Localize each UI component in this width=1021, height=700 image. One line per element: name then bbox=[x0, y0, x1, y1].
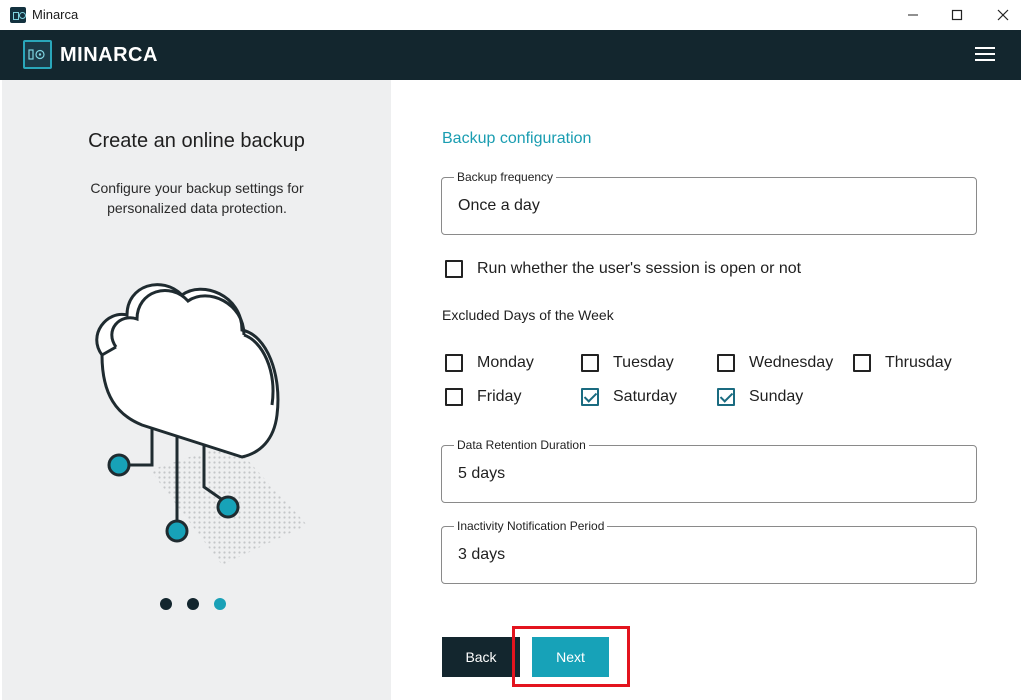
retention-duration-value: 5 days bbox=[458, 465, 506, 482]
app-icon bbox=[10, 7, 26, 23]
wednesday-checkbox[interactable] bbox=[717, 354, 735, 372]
retention-duration-label: Data Retention Duration bbox=[454, 438, 589, 452]
day-friday[interactable]: Friday bbox=[445, 388, 521, 406]
window-title: Minarca bbox=[32, 7, 79, 22]
run-session-checkbox-row[interactable]: Run whether the user's session is open o… bbox=[445, 260, 801, 278]
monday-checkbox[interactable] bbox=[445, 354, 463, 372]
retention-duration-field[interactable]: Data Retention Duration 5 days bbox=[441, 438, 977, 503]
next-button[interactable]: Next bbox=[532, 637, 609, 677]
day-monday[interactable]: Monday bbox=[445, 354, 534, 372]
hamburger-menu-icon[interactable] bbox=[972, 43, 998, 67]
section-title: Backup configuration bbox=[442, 130, 592, 147]
friday-label: Friday bbox=[477, 388, 522, 405]
step-dot-3 bbox=[214, 598, 226, 610]
day-tuesday[interactable]: Tuesday bbox=[581, 354, 674, 372]
day-wednesday[interactable]: Wednesday bbox=[717, 354, 833, 372]
thursday-label: Thrusday bbox=[885, 354, 952, 371]
back-button[interactable]: Back bbox=[442, 637, 520, 677]
saturday-label: Saturday bbox=[613, 388, 678, 405]
maximize-icon bbox=[951, 9, 963, 21]
inactivity-period-field[interactable]: Inactivity Notification Period 3 days bbox=[441, 519, 977, 584]
intro-panel: Create an online backup Configure your b… bbox=[2, 80, 391, 700]
step-dot-1 bbox=[160, 598, 172, 610]
excluded-days-title: Excluded Days of the Week bbox=[442, 307, 614, 323]
step-indicator bbox=[160, 598, 240, 612]
day-saturday[interactable]: Saturday bbox=[581, 388, 677, 406]
friday-checkbox[interactable] bbox=[445, 388, 463, 406]
run-session-checkbox[interactable] bbox=[445, 260, 463, 278]
tuesday-label: Tuesday bbox=[613, 354, 674, 371]
minarca-logo-icon bbox=[23, 40, 52, 69]
inactivity-period-label: Inactivity Notification Period bbox=[454, 519, 608, 533]
backup-frequency-field[interactable]: Backup frequency Once a day bbox=[441, 170, 977, 235]
saturday-checkbox[interactable] bbox=[581, 388, 599, 406]
close-icon bbox=[997, 9, 1009, 21]
run-session-label: Run whether the user's session is open o… bbox=[477, 260, 802, 277]
monday-label: Monday bbox=[477, 354, 534, 371]
close-button[interactable] bbox=[980, 0, 1021, 30]
maximize-button[interactable] bbox=[934, 0, 980, 30]
wednesday-label: Wednesday bbox=[749, 354, 834, 371]
day-thursday[interactable]: Thrusday bbox=[853, 354, 952, 372]
inactivity-period-value: 3 days bbox=[458, 546, 506, 563]
minimize-icon bbox=[908, 14, 918, 16]
day-sunday[interactable]: Sunday bbox=[717, 388, 803, 406]
sunday-label: Sunday bbox=[749, 388, 804, 405]
app-window: Minarca MINARCA Create an online backup … bbox=[0, 0, 1021, 700]
app-header: MINARCA bbox=[0, 30, 1021, 80]
intro-title: Create an online backup bbox=[88, 130, 305, 152]
brand-name: MINARCA bbox=[60, 44, 158, 66]
intro-description: Configure your backup settings for perso… bbox=[90, 180, 304, 216]
thursday-checkbox[interactable] bbox=[853, 354, 871, 372]
cloud-illustration-icon bbox=[95, 283, 307, 565]
backup-frequency-value: Once a day bbox=[458, 197, 540, 214]
step-dot-2 bbox=[187, 598, 199, 610]
title-bar: Minarca bbox=[0, 0, 1021, 30]
minimize-button[interactable] bbox=[890, 0, 936, 30]
tuesday-checkbox[interactable] bbox=[581, 354, 599, 372]
backup-config-form: Backup configuration Backup frequency On… bbox=[391, 80, 1021, 700]
sunday-checkbox[interactable] bbox=[717, 388, 735, 406]
backup-frequency-label: Backup frequency bbox=[454, 170, 557, 184]
